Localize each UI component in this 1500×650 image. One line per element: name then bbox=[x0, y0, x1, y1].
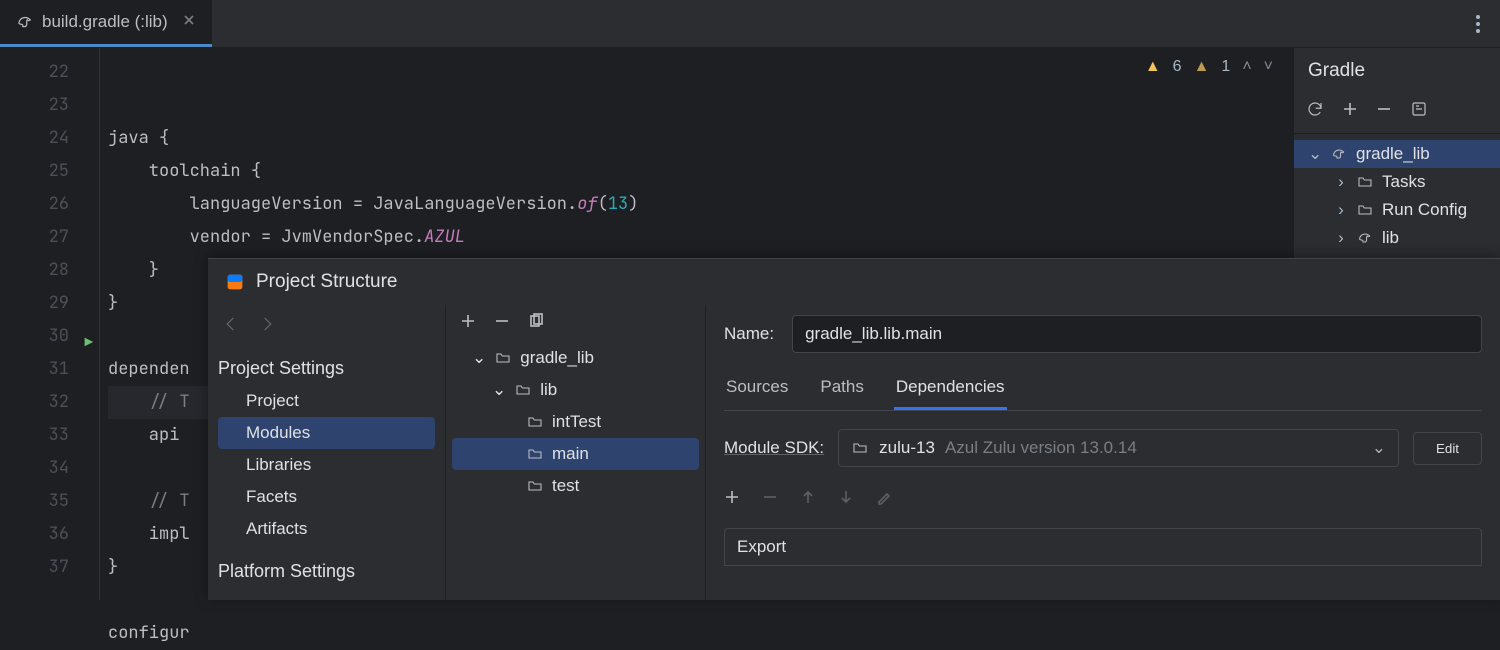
add-icon[interactable] bbox=[724, 489, 740, 510]
elephant-icon bbox=[1356, 229, 1374, 247]
dialog-sidebar: Project Settings Project Modules Librari… bbox=[208, 305, 446, 600]
section-header: Platform Settings bbox=[218, 555, 435, 588]
module-folder-icon bbox=[494, 349, 512, 367]
chevron-down-icon[interactable]: ˅ bbox=[1264, 58, 1273, 76]
module-tree-panel: ⌄ gradle_lib ⌄ lib intTest main test bbox=[446, 305, 706, 600]
module-sdk-combo[interactable]: zulu-13 Azul Zulu version 13.0.14 ⌄ bbox=[838, 429, 1399, 467]
remove-icon bbox=[762, 489, 778, 510]
refresh-icon[interactable] bbox=[1306, 100, 1324, 123]
folder-icon bbox=[1356, 173, 1374, 191]
name-label: Name: bbox=[724, 324, 774, 344]
dependency-table-header: Export bbox=[724, 528, 1482, 566]
chevron-down-icon[interactable]: ⌄ bbox=[492, 380, 506, 400]
remove-icon[interactable] bbox=[494, 313, 510, 334]
warning-icon: ▲ bbox=[1145, 58, 1161, 76]
gradle-run-config-node[interactable]: › Run Config bbox=[1294, 196, 1500, 224]
section-header: Project Settings bbox=[218, 352, 435, 385]
gradle-tasks-node[interactable]: › Tasks bbox=[1294, 168, 1500, 196]
editor-tab-build-gradle[interactable]: build.gradle (:lib) bbox=[0, 0, 212, 47]
chevron-up-icon[interactable]: ˄ bbox=[1242, 58, 1251, 76]
line-number-gutter: 222324 252627 282930 313233 343536 37 ▶ bbox=[0, 48, 100, 600]
module-sdk-label: Module SDK: bbox=[724, 438, 824, 458]
chevron-right-icon[interactable]: › bbox=[1334, 228, 1348, 248]
move-up-icon bbox=[800, 489, 816, 510]
sidebar-item-facets[interactable]: Facets bbox=[218, 481, 435, 513]
move-down-icon bbox=[838, 489, 854, 510]
module-leaf-test[interactable]: test bbox=[452, 470, 699, 502]
gradle-project-root[interactable]: ⌄ gradle_lib bbox=[1294, 140, 1500, 168]
edit-sdk-button[interactable]: Edit bbox=[1413, 432, 1482, 465]
run-gutter-icon[interactable]: ▶ bbox=[85, 327, 93, 360]
warning-minor-count: 1 bbox=[1221, 58, 1230, 76]
chevron-down-icon[interactable]: ⌄ bbox=[1308, 144, 1322, 164]
chevron-right-icon[interactable]: › bbox=[1334, 200, 1348, 220]
intellij-icon bbox=[226, 273, 244, 291]
gradle-title: Gradle bbox=[1294, 48, 1500, 94]
add-icon[interactable] bbox=[460, 313, 476, 334]
remove-icon[interactable] bbox=[1376, 101, 1392, 122]
edit-icon bbox=[876, 489, 892, 510]
folder-icon bbox=[1356, 201, 1374, 219]
dialog-title: Project Structure bbox=[256, 271, 398, 293]
chevron-down-icon: ⌄ bbox=[1372, 438, 1386, 458]
gradle-lib-node[interactable]: › lib bbox=[1294, 224, 1500, 252]
editor-tab-bar: build.gradle (:lib) bbox=[0, 0, 1500, 48]
module-folder-icon bbox=[526, 477, 544, 495]
module-tabs: Sources Paths Dependencies bbox=[724, 371, 1482, 411]
warning-icon: ▲ bbox=[1194, 58, 1210, 76]
module-root[interactable]: ⌄ gradle_lib bbox=[452, 342, 699, 374]
close-icon[interactable] bbox=[182, 12, 196, 32]
elephant-icon bbox=[1330, 145, 1348, 163]
chevron-down-icon[interactable]: ⌄ bbox=[472, 348, 486, 368]
elephant-icon bbox=[16, 13, 34, 31]
module-lib[interactable]: ⌄ lib bbox=[452, 374, 699, 406]
tab-label: build.gradle (:lib) bbox=[42, 12, 168, 32]
module-details-panel: Name: Sources Paths Dependencies Module … bbox=[706, 305, 1500, 600]
module-folder-icon bbox=[514, 381, 532, 399]
sidebar-item-artifacts[interactable]: Artifacts bbox=[218, 513, 435, 545]
copy-icon[interactable] bbox=[528, 313, 544, 334]
gradle-tree: ⌄ gradle_lib › Tasks › Run Config › lib bbox=[1294, 134, 1500, 252]
module-leaf-main[interactable]: main bbox=[452, 438, 699, 470]
sidebar-item-libraries[interactable]: Libraries bbox=[218, 449, 435, 481]
nav-forward-icon[interactable] bbox=[258, 315, 276, 338]
folder-icon bbox=[851, 439, 869, 457]
module-folder-icon bbox=[526, 413, 544, 431]
module-leaf-inttest[interactable]: intTest bbox=[452, 406, 699, 438]
sidebar-item-modules[interactable]: Modules bbox=[218, 417, 435, 449]
project-structure-dialog: Project Structure Project Settings Proje… bbox=[208, 258, 1500, 600]
chevron-right-icon[interactable]: › bbox=[1334, 172, 1348, 192]
dependency-toolbar bbox=[724, 485, 1482, 510]
warning-major-count: 6 bbox=[1173, 58, 1182, 76]
kebab-menu-icon[interactable] bbox=[1476, 15, 1480, 33]
settings-icon[interactable] bbox=[1410, 100, 1428, 123]
module-name-input[interactable] bbox=[792, 315, 1482, 353]
nav-back-icon[interactable] bbox=[222, 315, 240, 338]
sidebar-item-project[interactable]: Project bbox=[218, 385, 435, 417]
add-icon[interactable] bbox=[1342, 101, 1358, 122]
tab-paths[interactable]: Paths bbox=[818, 371, 865, 410]
tab-sources[interactable]: Sources bbox=[724, 371, 790, 410]
inspections-widget[interactable]: ▲ 6 ▲ 1 ˄ ˅ bbox=[1145, 58, 1273, 76]
tab-dependencies[interactable]: Dependencies bbox=[894, 371, 1007, 410]
module-folder-icon bbox=[526, 445, 544, 463]
